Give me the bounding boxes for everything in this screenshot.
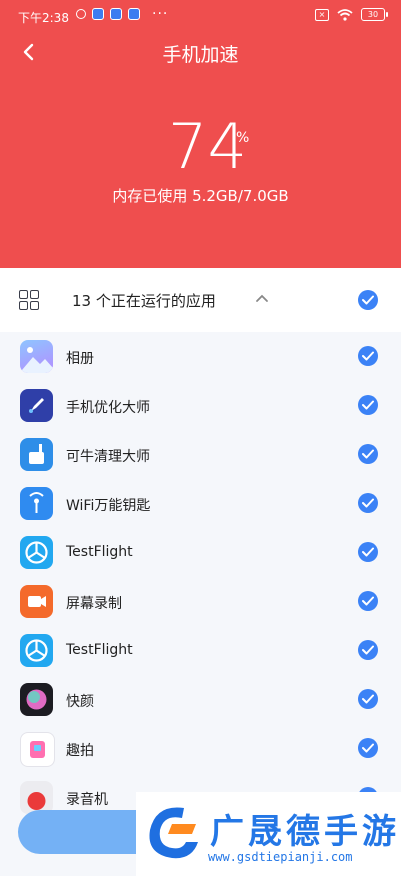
memory-usage-text: 内存已使用 5.2GB/7.0GB [112, 187, 289, 205]
app-name: TestFlight [66, 544, 133, 560]
testflight-icon [20, 536, 53, 569]
qupai-icon [20, 732, 55, 767]
testflight-icon [20, 634, 53, 667]
wifi-key-icon [20, 487, 53, 520]
app-checkbox[interactable] [358, 640, 378, 660]
select-all-checkbox[interactable] [358, 290, 378, 310]
app-name: 快颜 [66, 694, 94, 710]
percent-sign: % [236, 130, 250, 146]
app-checkbox[interactable] [358, 591, 378, 611]
app-checkbox[interactable] [358, 346, 378, 366]
rocket-icon [20, 389, 53, 422]
list-item[interactable]: TestFlight [0, 634, 401, 683]
app-name: 手机优化大师 [66, 400, 150, 416]
app-name: 趣拍 [66, 743, 94, 759]
app-checkbox[interactable] [358, 493, 378, 513]
app-name: WiFi万能钥匙 [66, 498, 151, 514]
app-checkbox[interactable] [358, 542, 378, 562]
app-checkbox[interactable] [358, 395, 378, 415]
running-apps-list: 相册 手机优化大师 可牛清理大师 WiFi万能钥匙 TestFlight 屏幕录… [0, 340, 401, 830]
status-bar: 下午2:38 ··· × 30 [0, 0, 401, 32]
broom-icon [20, 438, 53, 471]
app-checkbox[interactable] [358, 738, 378, 758]
list-item[interactable]: 快颜 [0, 683, 401, 732]
app-notify-icon [110, 8, 122, 20]
chevron-up-icon[interactable] [255, 292, 269, 306]
brand-logo-icon [149, 807, 198, 859]
running-apps-sheet: 13 个正在运行的应用 相册 手机优化大师 可牛清理大师 WiFi万能钥匙 Te… [0, 268, 401, 876]
list-item[interactable]: TestFlight [0, 536, 401, 585]
running-apps-count: 13 个正在运行的应用 [72, 292, 216, 310]
memory-percent: 74 [168, 110, 247, 183]
list-item[interactable]: 手机优化大师 [0, 389, 401, 438]
list-item[interactable]: 可牛清理大师 [0, 438, 401, 487]
mute-alarm-icon [76, 9, 86, 19]
more-notifications-icon: ··· [152, 6, 169, 22]
list-item[interactable]: 趣拍 [0, 732, 401, 781]
notification-icons [76, 8, 140, 20]
app-name: 屏幕录制 [66, 596, 122, 612]
app-name: TestFlight [66, 642, 133, 658]
list-item[interactable]: 相册 [0, 340, 401, 389]
status-right: × 30 [315, 8, 388, 21]
list-item[interactable]: 屏幕录制 [0, 585, 401, 634]
status-time: 下午2:38 [18, 11, 69, 25]
screen-record-icon [20, 585, 53, 618]
watermark-brand: 广晟德手游 [210, 812, 400, 852]
wifi-icon [337, 8, 353, 21]
gallery-icon [20, 340, 53, 373]
list-item[interactable]: WiFi万能钥匙 [0, 487, 401, 536]
app-name: 可牛清理大师 [66, 449, 150, 465]
watermark: 广晟德手游 www.gsdtiepianji.com [136, 792, 401, 876]
app-notify-icon [128, 8, 140, 20]
apps-grid-icon [19, 290, 39, 310]
watermark-url: www.gsdtiepianji.com [208, 850, 353, 864]
battery-icon: 30 [361, 8, 388, 21]
app-checkbox[interactable] [358, 444, 378, 464]
kuaiyan-icon [20, 683, 53, 716]
running-apps-header[interactable]: 13 个正在运行的应用 [0, 268, 401, 332]
app-notify-icon [92, 8, 104, 20]
page-title: 手机加速 [162, 44, 239, 66]
app-name: 录音机 [66, 792, 108, 808]
app-name: 相册 [66, 351, 94, 367]
memory-hero: 下午2:38 ··· × 30 手机加速 74 % 内存已使用 5.2GB/7.… [0, 0, 401, 268]
no-sim-icon: × [315, 8, 329, 21]
app-checkbox[interactable] [358, 689, 378, 709]
